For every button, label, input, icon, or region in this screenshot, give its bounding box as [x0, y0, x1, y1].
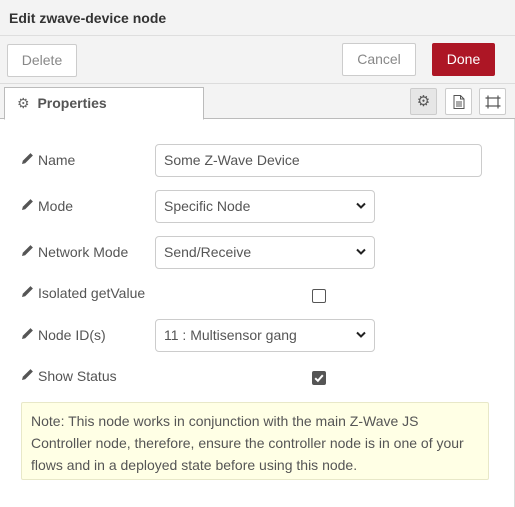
- isolated-getvalue-label: Isolated getValue: [21, 285, 145, 301]
- name-input[interactable]: Some Z-Wave Device: [155, 144, 482, 177]
- pencil-icon: [21, 327, 35, 343]
- pencil-icon: [21, 152, 35, 168]
- tab-properties[interactable]: ⚙ Properties: [4, 87, 204, 120]
- node-description-button[interactable]: [445, 88, 472, 115]
- delete-button[interactable]: Delete: [7, 44, 77, 77]
- network-mode-select-value: Send/Receive: [164, 244, 252, 260]
- tray-header: Edit zwave-device node: [0, 0, 515, 36]
- tray-toolbar: Delete Cancel Done: [0, 36, 515, 84]
- cancel-button[interactable]: Cancel: [342, 43, 416, 76]
- node-ids-select-value: 11 : Multisensor gang: [164, 327, 297, 343]
- check-icon: [314, 374, 324, 383]
- gear-icon: ⚙: [17, 95, 30, 111]
- tray-title: Edit zwave-device node: [9, 10, 167, 26]
- node-ids-select[interactable]: 11 : Multisensor gang: [155, 319, 375, 352]
- pencil-icon: [21, 285, 35, 301]
- pencil-icon: [21, 198, 35, 214]
- node-properties-button[interactable]: ⚙: [410, 88, 437, 115]
- done-button[interactable]: Done: [432, 43, 495, 76]
- gear-icon: ⚙: [416, 93, 431, 110]
- name-label: Name: [21, 152, 75, 168]
- edit-tray: Edit zwave-device node Delete Cancel Don…: [0, 0, 515, 507]
- pencil-icon: [21, 244, 35, 260]
- tab-properties-label: Properties: [37, 95, 107, 111]
- tabs-bar: ⚙ Properties ⚙: [0, 84, 515, 120]
- frame-icon: [485, 95, 500, 108]
- network-mode-select[interactable]: Send/Receive: [155, 236, 375, 269]
- info-note: Note: This node works in conjunction wit…: [21, 402, 489, 480]
- show-status-label: Show Status: [21, 368, 117, 384]
- network-mode-label: Network Mode: [21, 244, 128, 260]
- pencil-icon: [21, 368, 35, 384]
- show-status-checkbox[interactable]: [312, 371, 326, 385]
- mode-select-value: Specific Node: [164, 198, 251, 214]
- chevron-down-icon: [356, 331, 366, 338]
- isolated-getvalue-checkbox[interactable]: [312, 289, 326, 303]
- document-icon: [453, 94, 464, 109]
- mode-select[interactable]: Specific Node: [155, 190, 375, 223]
- node-appearance-button[interactable]: [479, 88, 506, 115]
- chevron-down-icon: [356, 202, 366, 209]
- node-ids-label: Node ID(s): [21, 327, 106, 343]
- mode-label: Mode: [21, 198, 73, 214]
- chevron-down-icon: [356, 248, 366, 255]
